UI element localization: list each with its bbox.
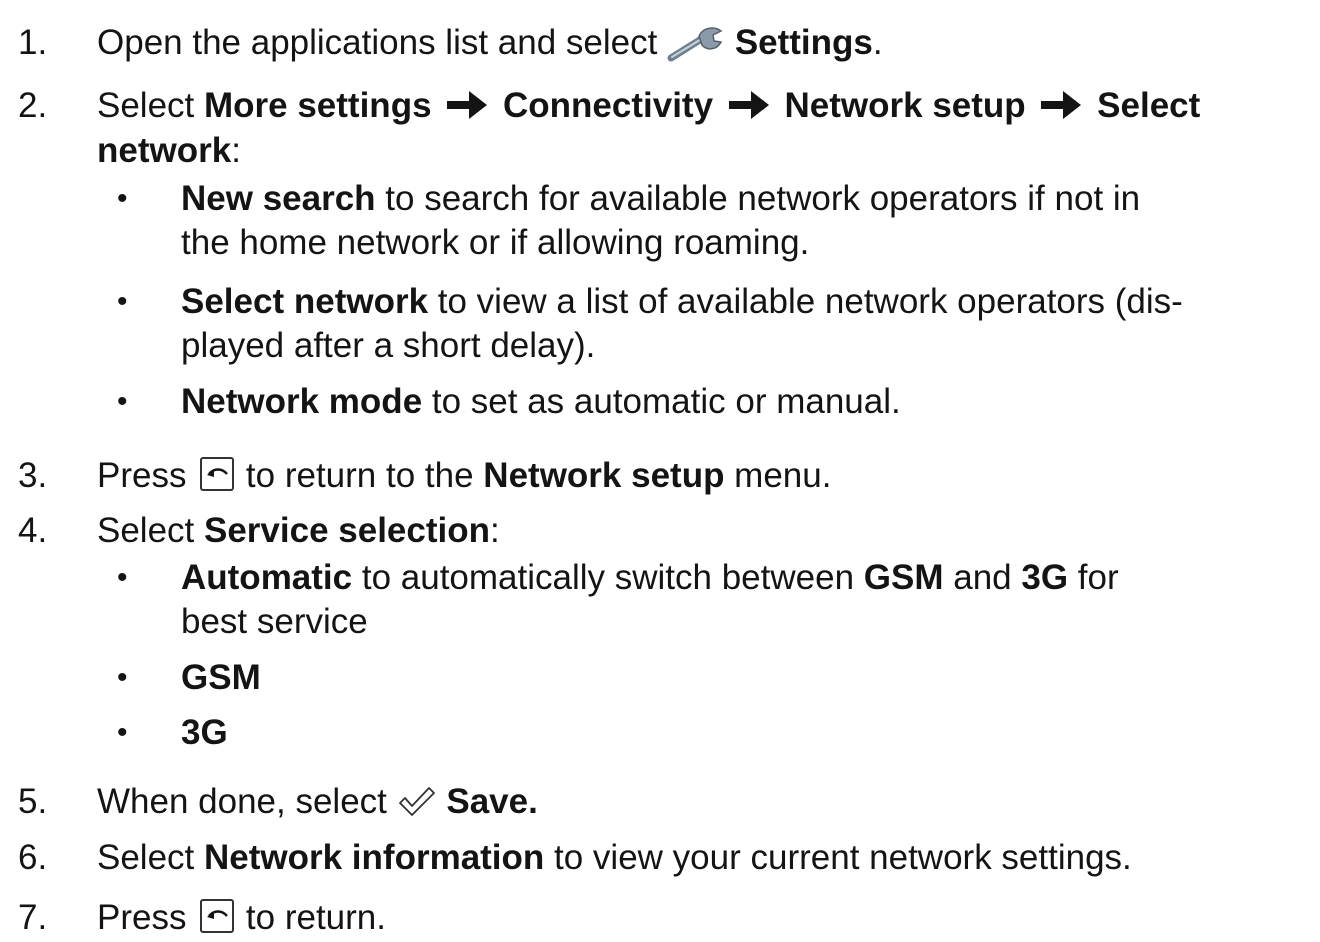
network-information-label: Network information — [204, 838, 545, 877]
step-number: 4. — [18, 511, 48, 550]
network-label: network — [97, 131, 232, 170]
step-number: 5. — [18, 782, 48, 821]
bullet: • — [117, 182, 128, 215]
connectivity-label: Connectivity — [503, 86, 714, 125]
bullet: • — [117, 661, 128, 694]
bullet: • — [117, 385, 128, 418]
checkmark-icon — [397, 785, 437, 831]
network-setup-label: Network setup — [483, 456, 725, 495]
back-key-icon — [200, 457, 235, 491]
more-settings-label: More settings — [204, 86, 432, 125]
save-label: Save. — [446, 782, 538, 821]
back-key-icon — [200, 899, 235, 933]
step-number: 3. — [18, 456, 48, 495]
step-number: 1. — [18, 23, 48, 62]
step-number: 7. — [18, 898, 48, 937]
bullet: • — [117, 716, 128, 749]
bullet: • — [117, 285, 128, 318]
wrench-icon — [667, 26, 725, 72]
step-number: 6. — [18, 838, 48, 877]
network-setup-label: Network setup — [784, 86, 1026, 125]
service-selection-label: Service selection — [204, 511, 490, 550]
right-arrow-icon — [1039, 89, 1083, 131]
right-arrow-icon — [727, 89, 771, 131]
settings-label: Settings — [734, 23, 873, 62]
step-text: Open the applications list and select — [97, 23, 668, 62]
step-number: 2. — [18, 86, 48, 125]
bullet: • — [117, 561, 128, 594]
select-label: Select — [1097, 86, 1201, 125]
right-arrow-icon — [445, 89, 489, 131]
